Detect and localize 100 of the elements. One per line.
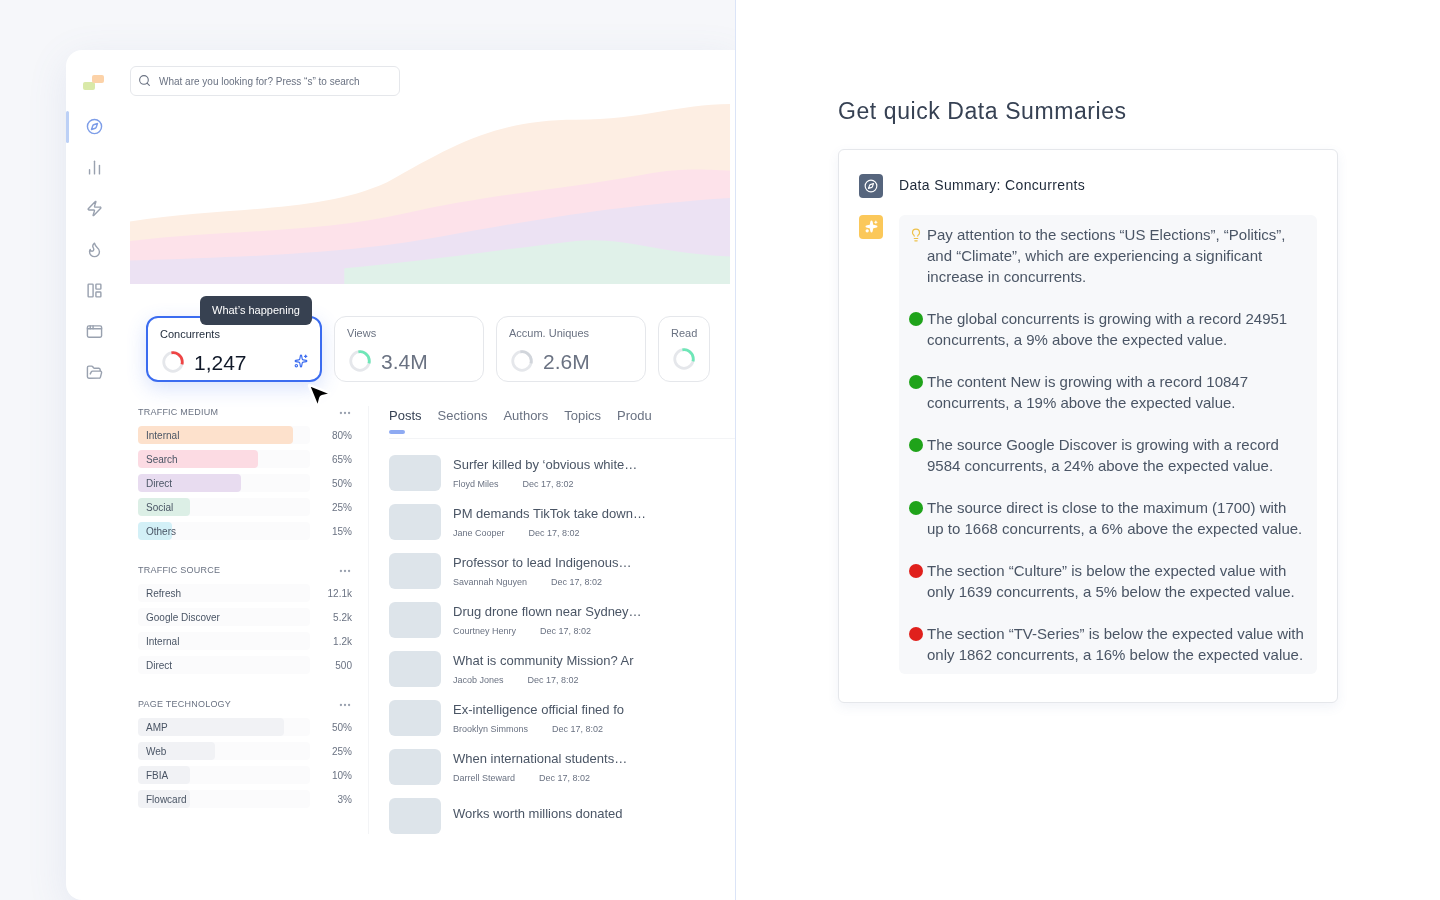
card-title: Data Summary: Concurrents <box>899 176 1086 195</box>
post-author: Courtney Henry <box>453 625 517 638</box>
bar-value: 50% <box>331 720 352 735</box>
compass-icon[interactable] <box>85 118 103 135</box>
bar-label: Others <box>145 524 176 539</box>
bar-value: 15% <box>331 524 352 539</box>
window-icon[interactable] <box>85 323 103 340</box>
bar-value: 25% <box>331 500 352 515</box>
post-time: Dec 17, 8:02 <box>551 576 603 589</box>
metric-label: Read <box>671 326 697 341</box>
metric-label: Accum. Uniques <box>509 326 591 341</box>
bar-value: 80% <box>331 428 352 443</box>
tab[interactable]: Produ <box>617 406 652 434</box>
post-time: Dec 17, 8:02 <box>527 674 579 687</box>
bar-value: 3% <box>336 792 352 807</box>
folder-icon[interactable] <box>85 364 103 381</box>
metric-card[interactable]: Views 3.4M <box>334 316 484 382</box>
bar-value: 50% <box>331 476 352 491</box>
bar-value: 5.2k <box>332 610 352 625</box>
summary-text: The section “TV-Series” is below the expected value with only 1862 concurrents, a 16% below the expected value. <box>927 623 1305 665</box>
metric-label: Concurrents <box>160 327 221 342</box>
metric-value: 1,247 <box>194 349 247 376</box>
bar-value: 12.1k <box>326 586 352 601</box>
post-title[interactable]: PM demands TikTok take down… <box>453 503 646 523</box>
post-time: Dec 17, 8:02 <box>539 772 591 785</box>
bar-label: FBIA <box>145 768 169 783</box>
metric-card[interactable]: Accum. Uniques 2.6M <box>496 316 646 382</box>
post-time: Dec 17, 8:02 <box>540 625 592 638</box>
tab[interactable]: Posts <box>389 406 422 434</box>
post-time: Dec 17, 8:02 <box>552 723 604 736</box>
tab[interactable]: Authors <box>503 406 549 434</box>
lightbulb-icon <box>909 227 923 242</box>
layout-icon[interactable] <box>85 282 103 299</box>
search-field[interactable]: What are you looking for? Press “s” to search <box>130 66 400 96</box>
ring-gauge-icon <box>347 348 373 375</box>
bar-label: Direct <box>145 658 173 673</box>
post-author: Floyd Miles <box>453 478 499 491</box>
summary-text: The global concurrents is growing with a record 24951 concurrents, a 9% above the expected value. <box>927 308 1289 350</box>
photo-placeholder <box>389 749 441 785</box>
bar-label: Web <box>145 744 167 759</box>
search-icon <box>138 74 151 87</box>
bar-value: 10% <box>331 768 352 783</box>
compass-icon <box>859 173 883 198</box>
ring-gauge-icon <box>671 345 697 372</box>
section-heading: TRAFFIC SOURCE <box>138 564 221 578</box>
metric-value: 2.6M <box>543 348 590 375</box>
photo-placeholder <box>389 602 441 638</box>
bar-label: Internal <box>145 634 180 649</box>
summary-text: The source Google Discover is growing with a record 9584 concurrents, a 24% above the expected value. <box>927 434 1280 476</box>
bar-label: Refresh <box>145 586 181 601</box>
post-author: Darrell Steward <box>453 772 516 785</box>
post-title[interactable]: Drug drone flown near Sydney… <box>453 601 642 621</box>
bar-value: 25% <box>331 744 352 759</box>
photo-placeholder <box>389 797 441 834</box>
logo-icon <box>83 74 105 92</box>
bar-label: Flowcard <box>145 792 187 807</box>
bar-value: 500 <box>334 658 352 673</box>
summary-text: The content New is growing with a record 10847 concurrents, a 19% above the expected value. <box>927 371 1249 413</box>
photo-placeholder <box>389 651 441 687</box>
post-title[interactable]: What is community Mission? Ar <box>453 650 634 670</box>
summary-text: Pay attention to the sections “US Elections”, “Politics”, and “Climate”, which are experiencing a significant increase in concurrents. <box>927 224 1287 287</box>
tooltip: What’s happening <box>200 296 312 325</box>
metric-value: 3.4M <box>381 348 428 375</box>
section-heading: TRAFFIC MEDIUM <box>138 406 219 420</box>
photo-placeholder <box>389 455 441 491</box>
post-author: Brooklyn Simmons <box>453 723 529 736</box>
bar-label: AMP <box>145 720 168 735</box>
bar-label: Internal <box>145 428 180 443</box>
ring-gauge-icon <box>509 348 535 375</box>
tab[interactable]: Topics <box>564 406 602 434</box>
bar-label: Search <box>145 452 178 467</box>
metric-label: Views <box>347 326 378 341</box>
photo-placeholder <box>389 700 441 736</box>
post-title[interactable]: When international students… <box>453 748 628 768</box>
section-heading: PAGE TECHNOLOGY <box>138 698 232 712</box>
post-author: Savannah Nguyen <box>453 576 528 589</box>
post-author: Jane Cooper <box>453 527 505 540</box>
post-title[interactable]: Works worth millions donated <box>453 803 623 824</box>
post-title[interactable]: Professor to lead Indigenous… <box>453 552 632 572</box>
bar-value: 65% <box>331 452 352 467</box>
bar-label: Direct <box>145 476 173 491</box>
post-title[interactable]: Surfer killed by ‘obvious white… <box>453 454 638 474</box>
post-time: Dec 17, 8:02 <box>522 478 574 491</box>
post-title[interactable]: Ex-intelligence official fined fo <box>453 699 625 719</box>
tab[interactable]: Sections <box>437 406 488 434</box>
bar-value: 1.2k <box>332 634 352 649</box>
page-heading: Get quick Data Summaries <box>838 97 1128 126</box>
lightning-icon[interactable] <box>85 200 103 217</box>
metric-card[interactable]: Read <box>658 316 710 382</box>
photo-placeholder <box>389 504 441 540</box>
summary-text: The section “Culture” is below the expected value with only 1639 concurrents, a 5% below the expected value. <box>927 560 1296 602</box>
post-time: Dec 17, 8:02 <box>528 527 580 540</box>
sparkles-icon <box>859 214 883 239</box>
photo-placeholder <box>389 553 441 589</box>
bar-label: Google Discover <box>145 610 220 625</box>
sparkles-icon[interactable] <box>294 354 308 368</box>
summary-text: The source direct is close to the maximum (1700) with up to 1668 concurrents, a 6% above the expected value. <box>927 497 1304 539</box>
post-author: Jacob Jones <box>453 674 504 687</box>
ring-gauge-icon <box>160 349 186 376</box>
bar-label: Social <box>145 500 174 515</box>
